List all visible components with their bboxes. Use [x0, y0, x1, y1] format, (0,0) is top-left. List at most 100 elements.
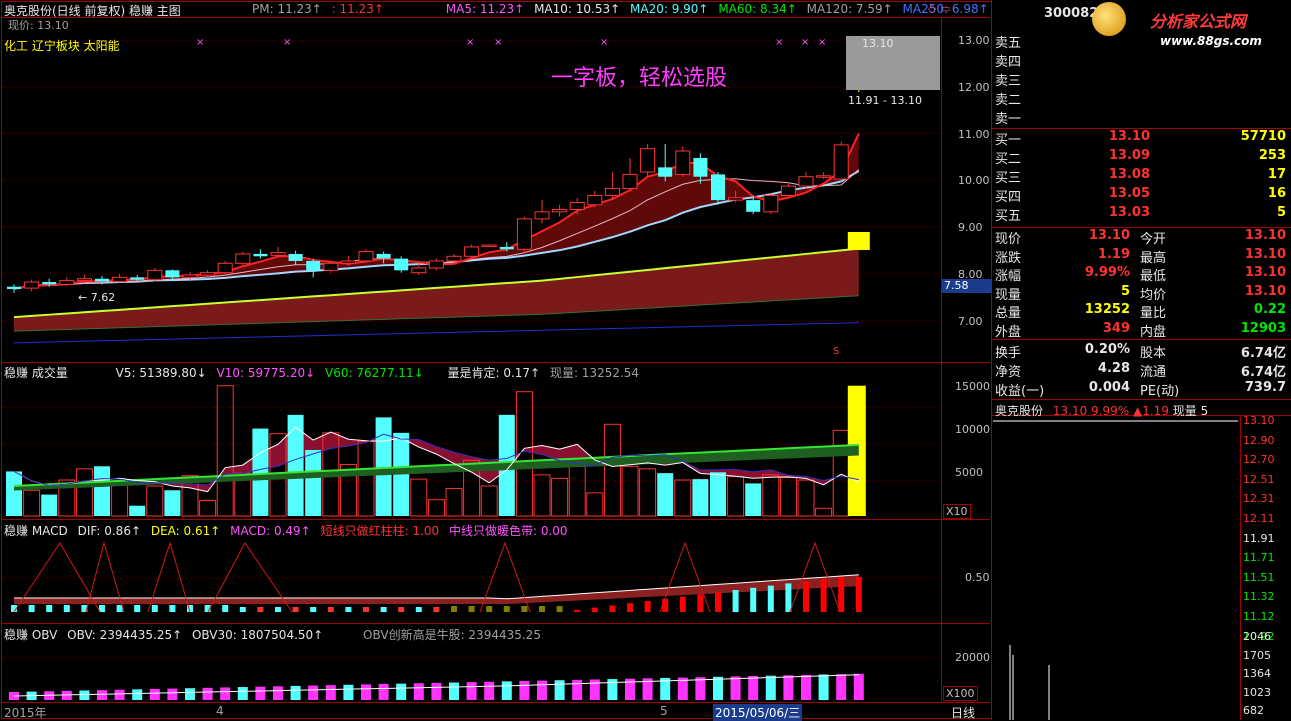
candle-body [728, 197, 744, 201]
quote-v1: 5 [1120, 283, 1130, 299]
signal-marker: × [283, 37, 291, 48]
sell-row: 卖三 [992, 69, 1290, 89]
macd-histogram-bar [767, 585, 774, 612]
signal-marker: × [494, 37, 502, 48]
macd-histogram-bar [134, 605, 141, 612]
chart-title[interactable]: 奥克股份(日线 前复权) 稳赚 主图 [4, 4, 181, 18]
date-month-5: 5 [660, 704, 668, 718]
xl-value: 现量: 13252.54 [549, 366, 640, 380]
macd-histogram-bar [257, 607, 264, 612]
quote-l1: 涨幅 [995, 269, 1022, 285]
obv-bar [343, 684, 354, 700]
volume-title[interactable]: 稳赚 成交量 [4, 366, 68, 380]
logo-text: 分析家公式网 [1150, 12, 1247, 31]
macd-histogram-bar [28, 605, 35, 612]
mini-axis-label: 12.51 [1243, 472, 1275, 486]
volume-axis-label: 10000 [955, 423, 990, 437]
quote-l2: 最高 [1140, 250, 1167, 266]
candle-body [76, 278, 92, 282]
v10-value: V10: 59775.20↓ [216, 366, 316, 380]
mini-axis-label: 12.31 [1243, 492, 1275, 506]
level-name: 卖四 [995, 55, 1022, 70]
obv-title[interactable]: 稳赚 OBV [4, 628, 57, 642]
volume-bar [657, 473, 674, 516]
quote-l1: 总量 [995, 306, 1022, 322]
candle-body [235, 253, 251, 264]
level-name: 卖五 [995, 36, 1022, 51]
mini-vol-axis-label: 1023 [1243, 685, 1271, 699]
candlestick [7, 284, 21, 293]
current-price-label: 现价: 13.10 [8, 19, 69, 32]
ma60-value: MA60: 8.34↑ [718, 2, 797, 16]
quote-l2: 股本 [1140, 346, 1167, 361]
candle-body [376, 253, 391, 259]
candle-body [780, 185, 796, 196]
obv-bar [149, 688, 160, 700]
macd-header: 稳赚 MACD DIF: 0.86↑ DEA: 0.61↑ MACD: 0.49… [4, 522, 574, 538]
quote-l2: 内盘 [1140, 325, 1167, 340]
mini-axis-label: 12.90 [1243, 433, 1275, 447]
mini-axis-label: 13.10 [1243, 414, 1275, 427]
signal-marker: × [818, 37, 826, 48]
candle-body [622, 173, 638, 189]
macd-histogram-bar [151, 605, 158, 612]
macd-histogram-bar [556, 606, 563, 612]
macd-title[interactable]: 稳赚 MACD [4, 524, 68, 538]
volume-bar [94, 466, 110, 516]
candlestick [394, 256, 409, 273]
macd-histogram-bar [732, 590, 739, 612]
volume-bar [146, 485, 164, 517]
obv-bar [167, 688, 178, 700]
mini-axis-label: 11.32 [1243, 590, 1275, 604]
price-axis-label: 12.00 [958, 80, 990, 94]
candlestick [763, 193, 779, 215]
signal-marker: × [775, 37, 783, 48]
price-axis-label: 9.00 [958, 221, 983, 235]
candle-body [95, 278, 109, 282]
date-year: 2015年 [4, 706, 47, 720]
date-month-4: 4 [216, 704, 224, 718]
obv-bar [361, 684, 371, 700]
sell-row: 卖二 [992, 88, 1290, 108]
mini-vol: 现量 5 [1172, 404, 1209, 418]
macd-histogram-bar [116, 605, 123, 612]
candle-body [798, 176, 814, 187]
quote-v1: 1.19 [1097, 246, 1130, 262]
mini-axis-label: 12.70 [1243, 453, 1275, 467]
volume-bar [410, 478, 428, 517]
macd-histogram-bar [803, 581, 809, 612]
obv-bar [202, 687, 213, 700]
obv-bar [325, 685, 336, 700]
candlestick [306, 258, 321, 278]
level-volume: 17 [1267, 167, 1286, 182]
volume-bar [305, 450, 322, 516]
macd-histogram-bar [239, 607, 246, 612]
macd-histogram-bar [679, 596, 686, 612]
short-value: 短线只做红柱柱: 1.00 [320, 524, 440, 538]
obv-bar [554, 680, 565, 700]
quote-v1: 0.004 [1088, 380, 1130, 395]
buy-row: 买二 13.09 253 [992, 147, 1290, 167]
candlestick [428, 258, 444, 271]
obv-bar [396, 683, 407, 700]
window-controls[interactable]: ◇ ▭ [928, 2, 950, 15]
quote-v2: 12903 [1240, 321, 1286, 336]
level-price: 13.08 [1108, 167, 1150, 182]
mini-price: 13.10 [1052, 404, 1088, 418]
obv-bar [765, 675, 776, 700]
volume-bar [621, 465, 639, 517]
candle-body [587, 194, 603, 206]
period-tab[interactable]: 日线 [951, 704, 975, 721]
obv-bar [290, 685, 301, 700]
candlestick [833, 141, 849, 182]
candle-body [816, 175, 832, 178]
macd-histogram-bar [275, 607, 281, 612]
macd-histogram-bar [591, 607, 598, 612]
pm2-value: : 11.23↑ [331, 2, 384, 16]
obv-unit: X100 [943, 686, 978, 701]
obv-bar [237, 687, 248, 700]
quote-v2: 13.10 [1244, 283, 1286, 299]
candlestick [798, 172, 814, 189]
v5-value: V5: 51389.80↓ [115, 366, 207, 380]
quote-v1: 13252 [1084, 302, 1130, 318]
